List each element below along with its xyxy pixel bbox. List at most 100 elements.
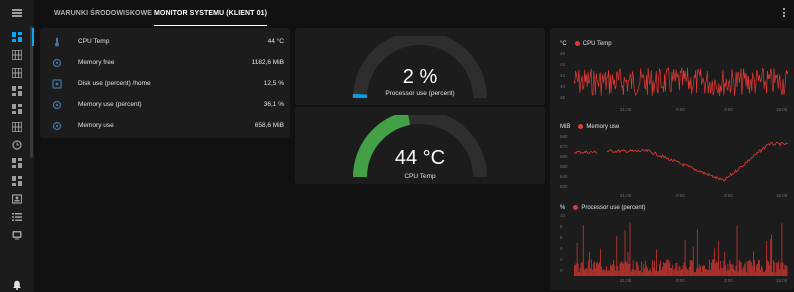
gauge-card-processor[interactable]: 2 % Processor use (percent)	[295, 28, 545, 105]
graph-series-name: Memory use	[586, 124, 620, 131]
y-tick: 680	[560, 134, 568, 139]
x-tick: 3:00	[724, 193, 733, 198]
y-tick: 650	[560, 164, 568, 169]
tv-icon	[12, 231, 22, 240]
graph-header: MiB Memory use	[560, 124, 619, 130]
x-tick: 21:00	[620, 193, 632, 198]
entity-row-memory-free[interactable]: Memory free 1182,6 MiB	[40, 53, 294, 75]
gauge-value: 2 %	[402, 66, 438, 88]
y-tick: 8	[560, 224, 563, 229]
graph-header: °C CPU Temp	[560, 41, 612, 47]
y-tick: 10	[560, 213, 566, 218]
graph-unit: MiB	[560, 124, 571, 131]
badge-icon	[12, 194, 22, 204]
y-tick: 38	[560, 95, 566, 100]
entity-name: Memory use (percent)	[78, 101, 142, 108]
cpu-temp-trace	[574, 66, 788, 97]
entity-value: 12,5 %	[263, 80, 284, 87]
y-tick: 640	[560, 174, 568, 179]
x-tick: 3:00	[724, 278, 733, 283]
y-tick: 6	[560, 235, 563, 240]
sidebar-item-grid-2[interactable]	[0, 64, 34, 82]
entity-row-cpu-temp[interactable]: CPU Temp 44 °C	[40, 32, 294, 54]
x-tick: 15:00	[776, 278, 788, 283]
entities-card: CPU Temp 44 °C Memory free 1182,6 MiB Di…	[40, 28, 290, 138]
memory-icon	[52, 100, 62, 110]
y-tick: 670	[560, 144, 568, 149]
menu-icon[interactable]	[0, 0, 34, 26]
dashboard-icon	[12, 158, 22, 168]
dashboard-icon	[12, 86, 22, 96]
entity-value: 44 °C	[267, 38, 284, 45]
tab-warunki-srodowiskowe[interactable]: WARUNKI ŚRODOWISKOWE	[54, 0, 152, 26]
sidebar-item-tv[interactable]	[0, 226, 34, 244]
y-tick: 0	[560, 268, 563, 273]
entity-row-memory-use[interactable]: Memory use 658,6 MiB	[40, 116, 294, 138]
entity-name: Memory free	[78, 59, 115, 66]
sidebar-item-grid-1[interactable]	[0, 46, 34, 64]
dashboard-icon	[12, 104, 22, 114]
dashboard-icon	[12, 32, 22, 42]
sidebar-item-clock[interactable]	[0, 136, 34, 154]
processor-gauge: 2 % Processor use (percent)	[350, 31, 490, 102]
legend-dot	[573, 205, 579, 210]
tab-monitor-systemu[interactable]: MONITOR SYSTEMU (KLIENT 01)	[154, 0, 268, 26]
x-tick: 15:00	[776, 193, 788, 198]
dashboard-icon	[12, 176, 22, 186]
graph-unit: %	[560, 205, 566, 212]
list-icon	[12, 213, 22, 221]
x-tick: 21:00	[620, 107, 632, 112]
y-tick: 44	[560, 62, 566, 67]
entity-row-memory-use-percent[interactable]: Memory use (percent) 36,1 %	[40, 95, 294, 117]
gauge-label: CPU Temp	[404, 173, 436, 180]
sidebar-item-grid-3[interactable]	[0, 118, 34, 136]
graph-unit: °C	[560, 41, 567, 48]
sidebar	[0, 0, 34, 292]
sidebar-item-dashboard-2[interactable]	[0, 82, 34, 100]
memory-icon	[52, 58, 62, 68]
entity-row-disk-use[interactable]: Disk use (percent) /home 12,5 %	[40, 74, 294, 96]
grid-icon	[12, 50, 22, 60]
y-tick: 42	[560, 73, 566, 78]
graph-series-name: Processor use (percent)	[581, 205, 646, 212]
app-root: WARUNKI ŚRODOWISKOWE MONITOR SYSTEMU (KL…	[0, 0, 794, 292]
sidebar-item-dashboard-3[interactable]	[0, 100, 34, 118]
entity-value: 658,6 MiB	[254, 122, 284, 129]
x-tick: 0:00	[676, 107, 685, 112]
graph-memory-use[interactable]: MiB Memory use 680 670 660 650 640 630 21…	[550, 114, 794, 200]
grid-icon	[12, 122, 22, 132]
graph-processor-use[interactable]: % Processor use (percent) 10 8 6 4 2 0 21…	[550, 202, 794, 290]
cpu-temp-gauge: 44 °C CPU Temp	[350, 110, 490, 181]
entity-value: 1182,6 MiB	[251, 59, 284, 66]
grid-icon	[12, 68, 22, 78]
y-tick: 46	[560, 51, 566, 56]
graph-cpu-temp[interactable]: °C CPU Temp 46 44 42 40 38 21:00 0:00 3:0…	[550, 28, 794, 112]
sidebar-item-dashboard-5[interactable]	[0, 172, 34, 190]
sidebar-item-dashboard-4[interactable]	[0, 154, 34, 172]
y-tick: 4	[560, 246, 563, 251]
legend-dot	[578, 124, 584, 129]
sidebar-item-list[interactable]	[0, 208, 34, 226]
memory-use-line	[574, 141, 788, 182]
cpu-temp-line	[574, 66, 788, 97]
sidebar-item-badge[interactable]	[0, 190, 34, 208]
gauge-card-cpu-temp[interactable]: 44 °C CPU Temp	[295, 107, 545, 184]
x-tick: 21:00	[620, 278, 632, 283]
processor-use-bars	[574, 222, 788, 276]
sidebar-item-notifications[interactable]	[0, 276, 34, 292]
sidebar-item-dashboard-1[interactable]	[0, 28, 34, 46]
gauge-value: 44 °C	[394, 147, 446, 169]
y-tick: 660	[560, 154, 568, 159]
y-tick: 630	[560, 184, 568, 189]
clock-icon	[12, 140, 22, 150]
graph-header: % Processor use (percent)	[560, 205, 645, 211]
x-tick: 0:00	[676, 193, 685, 198]
x-tick: 0:00	[676, 278, 685, 283]
memory-icon	[52, 121, 62, 131]
y-tick: 2	[560, 257, 563, 262]
entity-name: CPU Temp	[78, 38, 110, 45]
entity-name: Disk use (percent) /home	[78, 80, 151, 87]
more-options-icon[interactable]	[783, 8, 786, 18]
gauge-label: Processor use (percent)	[385, 90, 455, 97]
x-tick: 3:00	[724, 107, 733, 112]
